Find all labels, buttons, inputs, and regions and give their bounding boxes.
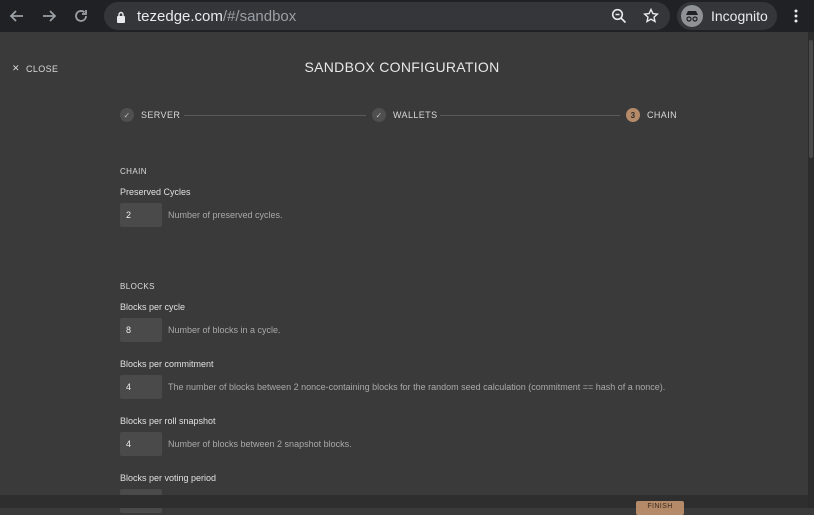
scrollbar-thumb[interactable] — [809, 40, 813, 158]
step-connector — [440, 115, 620, 116]
field-description: The number of blocks between 2 nonce-con… — [168, 382, 666, 392]
reload-icon[interactable] — [70, 5, 92, 27]
section-title-blocks: BLOCKS — [120, 282, 155, 291]
field-label: Preserved Cycles — [120, 187, 191, 197]
footer-bar — [0, 495, 808, 508]
field-label: Blocks per voting period — [120, 473, 217, 483]
arrow-right-icon[interactable] — [38, 5, 60, 27]
kebab-menu-icon[interactable] — [788, 6, 804, 26]
blocks-per-commitment-input[interactable] — [120, 375, 162, 399]
incognito-icon — [681, 5, 703, 27]
sandbox-page: ✕ CLOSE SANDBOX CONFIGURATION ✓ SERVER ✓… — [0, 32, 808, 513]
field-label: Blocks per cycle — [120, 302, 186, 312]
address-bar[interactable]: tezedge.com/#/sandbox — [104, 2, 670, 30]
check-icon: ✓ — [120, 108, 134, 122]
stepper: ✓ SERVER ✓ WALLETS 3 CHAIN — [120, 108, 680, 124]
field-description: Number of blocks between 2 snapshot bloc… — [168, 439, 352, 449]
field-label: Blocks per roll snapshot — [120, 416, 216, 426]
step-label: SERVER — [141, 110, 181, 120]
browser-toolbar: tezedge.com/#/sandbox Incognito — [0, 0, 814, 32]
field-description: Number of blocks in a cycle. — [168, 325, 281, 335]
field-label: Blocks per commitment — [120, 359, 214, 369]
close-label: CLOSE — [25, 63, 59, 74]
step-label: WALLETS — [393, 110, 438, 120]
incognito-profile-button[interactable]: Incognito — [677, 2, 777, 30]
page-title: SANDBOX CONFIGURATION — [304, 59, 500, 75]
lock-icon — [116, 10, 126, 28]
step-number: 3 — [626, 108, 640, 122]
step-chain[interactable]: 3 CHAIN — [626, 108, 677, 122]
star-icon[interactable] — [642, 7, 660, 25]
blocks-per-cycle-input[interactable] — [120, 318, 162, 342]
check-icon: ✓ — [372, 108, 386, 122]
step-connector — [184, 115, 366, 116]
step-label: CHAIN — [647, 110, 678, 120]
arrow-left-icon[interactable] — [6, 5, 28, 27]
step-server[interactable]: ✓ SERVER — [120, 108, 180, 122]
url-text[interactable]: tezedge.com/#/sandbox — [137, 8, 296, 25]
section-title-chain: CHAIN — [120, 167, 147, 176]
profile-label: Incognito — [711, 8, 768, 24]
finish-button[interactable]: FINISH — [636, 501, 684, 515]
close-button[interactable]: ✕ CLOSE — [12, 63, 58, 74]
step-wallets[interactable]: ✓ WALLETS — [372, 108, 437, 122]
preserved-cycles-input[interactable] — [120, 203, 162, 227]
blocks-per-roll-snapshot-input[interactable] — [120, 432, 162, 456]
close-icon: ✕ — [12, 63, 20, 73]
zoom-icon[interactable] — [610, 7, 628, 25]
field-description: Number of preserved cycles. — [168, 210, 283, 220]
